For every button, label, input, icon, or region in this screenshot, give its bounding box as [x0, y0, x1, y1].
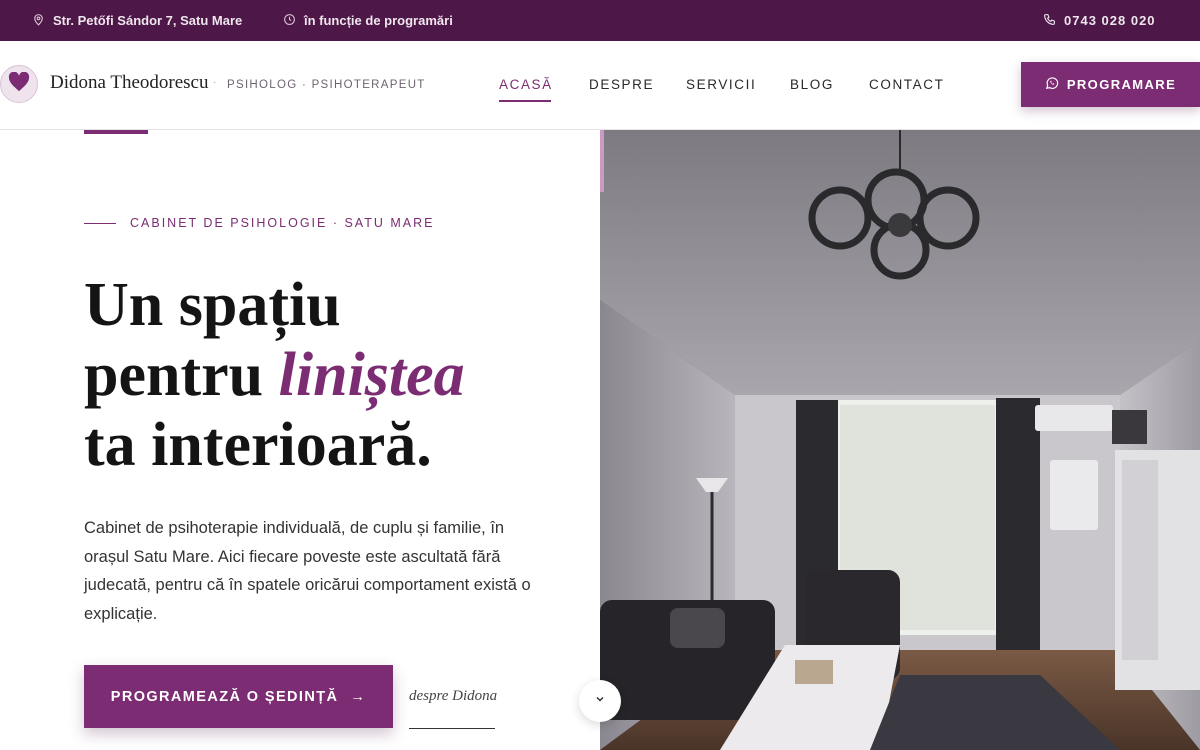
chevron-down-icon — [594, 692, 606, 710]
schedule-info: în funcție de programări — [283, 0, 453, 41]
schedule-session-button[interactable]: PROGRAMEAZĂ O ȘEDINȚĂ → — [84, 665, 393, 728]
schedule-text: în funcție de programări — [304, 13, 453, 28]
scroll-down-button[interactable] — [579, 680, 621, 722]
programare-button[interactable]: PROGRAMARE — [1021, 62, 1200, 107]
accent-bar — [84, 130, 148, 134]
headline-emphasis: liniștea — [278, 341, 465, 409]
headline-line-2-prefix: pentru — [84, 341, 279, 409]
headline-line-1: Un spațiu — [84, 271, 341, 339]
phone-link[interactable]: 0743 028 020 — [1043, 0, 1156, 41]
nav-active-indicator — [499, 100, 551, 102]
address-text: Str. Petőfi Sándor 7, Satu Mare — [53, 13, 243, 28]
brand-tagline: PSIHOLOG · PSIHOTERAPEUT — [227, 79, 426, 91]
photo-accent-bar — [600, 130, 604, 192]
address-info: Str. Petőfi Sándor 7, Satu Mare — [32, 0, 242, 41]
brand-separator: · — [213, 77, 217, 88]
top-info-bar: Str. Petőfi Sándor 7, Satu Mare în funcț… — [0, 0, 1200, 41]
location-pin-icon — [32, 13, 45, 29]
about-link-underline — [409, 728, 495, 729]
phone-text: 0743 028 020 — [1064, 13, 1156, 28]
nav-servicii[interactable]: SERVICII — [686, 77, 756, 92]
brand-name[interactable]: Didona Theodorescu — [50, 72, 208, 94]
headline-line-3: ta interioară. — [84, 411, 432, 479]
phone-icon — [1043, 13, 1056, 29]
about-didona-link[interactable]: despre Didona — [409, 688, 497, 705]
hero-lead-text: Cabinet de psihoterapie individuală, de … — [84, 519, 531, 623]
site-header: Didona Theodorescu · PSIHOLOG · PSIHOTER… — [0, 41, 1200, 130]
schedule-session-label: PROGRAMEAZĂ O ȘEDINȚĂ — [110, 688, 339, 705]
heart-icon — [8, 71, 30, 97]
clock-icon — [283, 13, 296, 29]
nav-acasa[interactable]: ACASĂ — [499, 77, 553, 92]
programare-label: PROGRAMARE — [1066, 77, 1177, 92]
hero-headline: Un spațiu pentru liniștea ta interioară. — [84, 270, 465, 480]
office-photo — [600, 130, 1200, 750]
arrow-right-icon: → — [350, 688, 367, 705]
logo[interactable] — [0, 65, 38, 103]
nav-despre[interactable]: DESPRE — [589, 77, 654, 92]
hero-eyebrow: CABINET DE PSIHOLOGIE · SATU MARE — [130, 216, 435, 230]
nav-contact[interactable]: CONTACT — [869, 77, 944, 92]
nav-blog[interactable]: BLOG — [790, 77, 834, 92]
eyebrow-line — [84, 223, 116, 224]
whatsapp-icon — [1045, 76, 1059, 93]
